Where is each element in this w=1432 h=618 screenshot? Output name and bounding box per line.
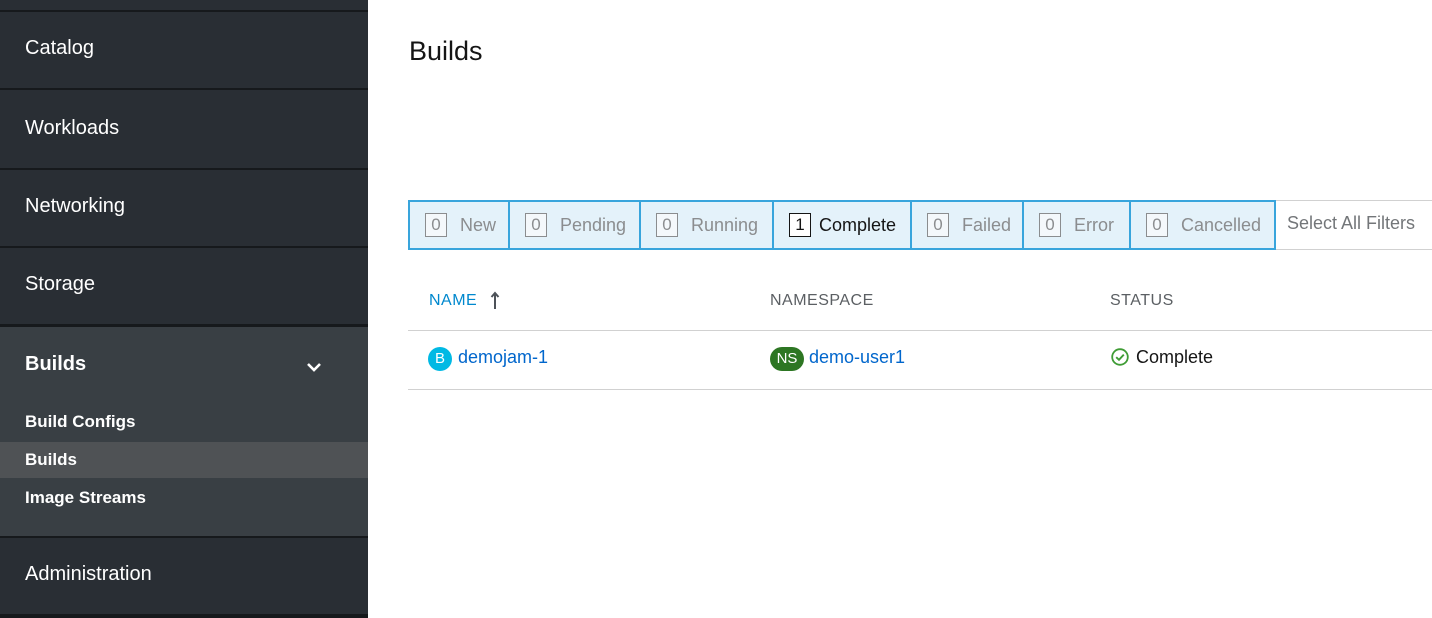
filter-count: 1	[789, 213, 811, 237]
column-header-namespace[interactable]: NAMESPACE	[770, 292, 874, 310]
nav-item-storage[interactable]: Storage	[0, 248, 368, 324]
page-title: Builds	[409, 36, 483, 66]
table-header: NAME NAMESPACE STATUS	[408, 278, 1432, 331]
sidebar-item-builds[interactable]: Builds	[0, 442, 368, 478]
filter-count: 0	[927, 213, 949, 237]
build-resource-badge: B	[428, 347, 452, 371]
filter-cancelled[interactable]: 0 Cancelled	[1129, 200, 1276, 250]
filter-label: Cancelled	[1181, 215, 1262, 235]
filter-label: New	[460, 215, 497, 235]
table-row: B demojam-1 NS demo-user1 Complete	[408, 330, 1432, 390]
filter-label: Running	[691, 215, 759, 235]
select-all-filters-button[interactable]: Select All Filters	[1276, 200, 1432, 250]
nav-item-label: Workloads	[25, 117, 120, 139]
filter-label: Error	[1074, 215, 1114, 235]
column-header-status[interactable]: STATUS	[1110, 292, 1174, 310]
sidebar-item-build-configs[interactable]: Build Configs	[0, 404, 368, 440]
namespace-resource-badge: NS	[770, 347, 804, 371]
status-text: Complete	[1136, 347, 1214, 367]
select-all-filters-label: Select All Filters	[1287, 213, 1416, 233]
nav-item-networking[interactable]: Networking	[0, 170, 368, 246]
namespace-link[interactable]: demo-user1	[809, 347, 905, 368]
filter-label: Pending	[560, 215, 627, 235]
filter-count: 0	[525, 213, 547, 237]
nav-item-label: Networking	[25, 195, 126, 217]
column-header-name[interactable]: NAME	[429, 292, 477, 310]
sort-ascending-icon[interactable]	[490, 291, 500, 311]
filter-count: 0	[656, 213, 678, 237]
filter-error[interactable]: 0 Error	[1022, 200, 1131, 250]
filter-complete[interactable]: 1 Complete	[772, 200, 912, 250]
sidebar-item-label: Build Configs	[25, 412, 136, 431]
nav-item-label: Administration	[25, 563, 152, 585]
filter-new[interactable]: 0 New	[408, 200, 510, 250]
filter-label: Complete	[819, 215, 897, 235]
chevron-down-icon[interactable]	[305, 358, 323, 376]
sidebar-item-label: Builds	[25, 450, 77, 469]
sidebar-item-label: Image Streams	[25, 488, 146, 507]
filter-pending[interactable]: 0 Pending	[508, 200, 641, 250]
filter-label: Failed	[962, 215, 1012, 235]
nav-item-workloads[interactable]: Workloads	[0, 90, 368, 168]
sidebar-item-image-streams[interactable]: Image Streams	[0, 480, 368, 516]
nav-item-builds[interactable]: Builds	[25, 353, 86, 376]
check-circle-icon	[1111, 348, 1129, 366]
sidebar: Catalog Workloads Networking Storage Bui…	[0, 0, 368, 618]
filter-count: 0	[425, 213, 447, 237]
nav-item-catalog[interactable]: Catalog	[0, 12, 368, 88]
filter-count: 0	[1146, 213, 1168, 237]
nav-section-builds: Builds Build Configs Builds Image Stream…	[0, 327, 368, 536]
filter-running[interactable]: 0 Running	[639, 200, 774, 250]
nav-item-label: Storage	[25, 273, 96, 295]
filter-count: 0	[1039, 213, 1061, 237]
build-name-link[interactable]: demojam-1	[458, 347, 548, 368]
nav-item-label: Catalog	[25, 37, 94, 59]
nav-item-administration[interactable]: Administration	[0, 538, 368, 614]
filter-failed[interactable]: 0 Failed	[910, 200, 1024, 250]
nav-divider	[0, 614, 368, 618]
